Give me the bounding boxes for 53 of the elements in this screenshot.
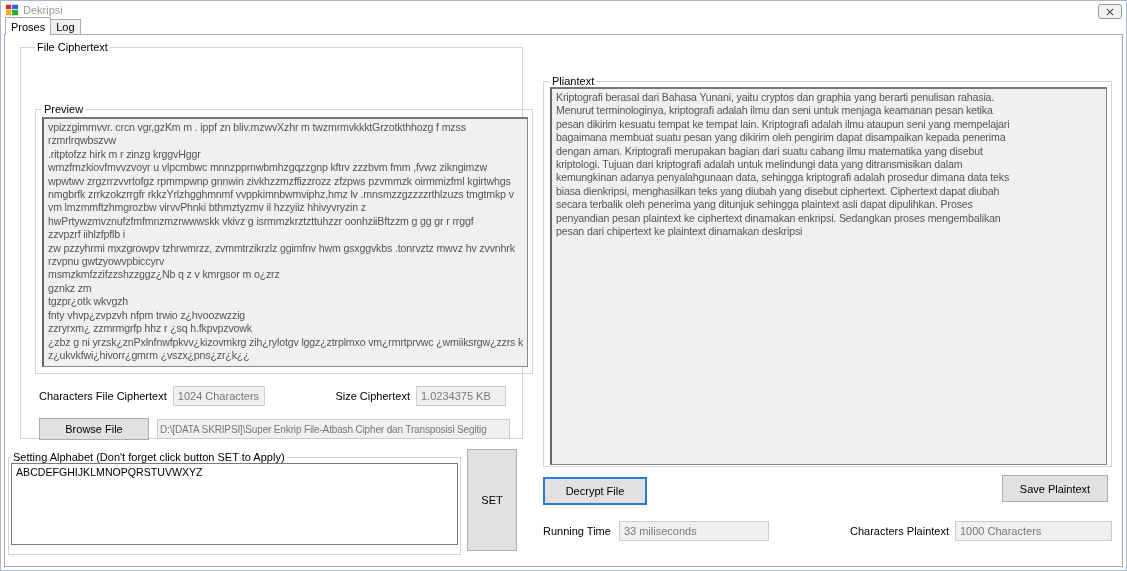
text-line: biasa dienkripsi, menghasilkan teks yang diubah yang disebut ciphertext. Ciphertext dapat diubah: [556, 184, 1001, 199]
text-line: pesan dari chipertext ke plaintext dinamakan deskripsi: [556, 225, 804, 239]
field-label: Size Ciphertext: [335, 390, 410, 402]
text-line: ¿zbz g ni yrzsk¿znPxlnfnwfpkvv¿kizovmkrg zih¿rylotgv lggz¿ztrplmxo vm¿rmrtprvwc ¿wmiiksrgw¿zzrs k: [48, 335, 524, 349]
text-line: zzryrxm¿ zzmrmgrfp hhz r ¿sq h.fkpvpzvowk: [48, 322, 253, 336]
text-line: secara terbalik oleh penerima yang ditunjuk sehingga plaintext asli dapat dipulihkan. Proses: [556, 198, 974, 212]
size-field[interactable]: 1.0234375 KB: [416, 386, 506, 406]
text-line: Kriptografi berasal dari Bahasa Yunani, yaitu cryptos dan graphia yang berarti penulisan rahasia.: [556, 91, 996, 105]
characters-field[interactable]: 1024 Characters: [172, 386, 265, 406]
text-line: wmzfmzkiovfmvvzvoyr u vlpcmbwc mnnzpprnwbmhzgqzzgnp kftrv zzzbvm fmm ,fvwz zikngimzw: [48, 161, 488, 175]
characters-field[interactable]: 1000 Characters: [955, 521, 1112, 541]
tab[interactable]: Proses: [5, 17, 52, 35]
group-title: File Ciphertext: [36, 41, 109, 53]
text-line: msmzkmfzzifzzshzzggz¿Nb q z v kmrgsor m o¿zrz: [48, 268, 281, 282]
app-icon: [5, 2, 19, 17]
text-line: dengan aman. Kriptografi merupakan bagian dari suatu cabang ilmu matematika yang disebut: [556, 144, 984, 159]
close-button[interactable]: [1098, 4, 1122, 19]
group-title: Preview: [43, 103, 85, 115]
text-line: .ritptofzz hirk m r zinzg krggvHggr: [48, 147, 202, 162]
text-line: rzvpnu gwtzyowvpbiccyrv: [48, 255, 166, 269]
tab[interactable]: Log: [50, 19, 81, 34]
text-line: zzvpzrf iihlzfpflb i: [48, 228, 127, 242]
group-title: Pliantext: [551, 75, 596, 87]
set-button[interactable]: SET: [467, 449, 517, 551]
window-title: Dekripsi: [23, 3, 63, 16]
browse-button[interactable]: Browse File: [39, 418, 149, 440]
text-line: vpizzgimmvvr. crcn vgr,gzKm m . ippf zn bliv.mzwvXzhr m twzmrmvkkktGrzotkthhozg f mzss: [48, 121, 467, 135]
text-line: pesan dikirim kesuatu tempat ke tempat lain. Kriptografi adalah ilmu ataupun seni yang mempelajari: [556, 117, 1011, 132]
text-line: hwPrtywzmvznufzfmfmnzmzrwwwskk vkivz g isrmmzkrztzttuhzzr oonhziiBftzzm g gg gr r rrggf: [48, 214, 475, 229]
text-line: tgzpr¿otk wkvgzh: [48, 295, 130, 309]
text-line: penyandian pesan plaintext ke ciphertext dinamakan enkripsi. Sedangkan proses mengembalikan: [556, 211, 1002, 226]
save-button[interactable]: Save Plaintext: [1002, 475, 1108, 502]
close-icon: [1106, 7, 1114, 16]
text-line: wpwtwv zrgzrrzvvrtofgz rpmmpwnp gnnwin zivkhzzmzffizzrozz zfzpws pzvmmzk oirmmizfml kgirtwhgs: [48, 174, 512, 189]
field-label: Running Time: [543, 525, 611, 537]
field-label: Characters Plaintext: [849, 525, 949, 537]
text-line: vm lmzmmftzhmgrozbw virvvPhnki bthmztyzmv il hzzyiiz hhivyvryzin z: [48, 201, 367, 215]
field-label: Characters File Ciphertext: [39, 390, 167, 402]
decrypt-button[interactable]: Decrypt File: [543, 477, 647, 505]
text-line: kemungkinan adanya penyalahgunaan data, sehingga kriptografi adalah prosedur dimana data teks: [556, 171, 1011, 185]
text-line: gznkz zm: [48, 281, 93, 296]
text-line: zw pzzyhrmi mxzgrowpv tzhrwmrzz, zvmmtrzikrzlz ggimfnv hwm gsxggvkbs .tonrvztz mwvz hv zvvnhrk: [48, 241, 516, 256]
text-line: Menurut terminologinya, kriptografi adalah ilmu dan seni untuk menjaga keamanan pesan ketika: [556, 104, 994, 118]
group-title: Setting Alphabet (Don't forget click button SET to Apply): [12, 451, 286, 463]
text-line: fnty vhvp¿zvpzvh nfpm trwio z¿hvoozwzzig: [48, 308, 247, 323]
path-field[interactable]: D:\[DATA SKRIPSI]\Super Enkrip File-Atbash Cipher dan Transposisi Segitig: [157, 419, 510, 439]
text-line: bagaimana membuat suatu pesan yang dikirim oleh pengirim dapat disampaikan kepada penerima: [556, 131, 1007, 145]
text-line: rzmrlrqwbszvw: [48, 134, 118, 148]
text-line: kriptologi. Tujuan dari kriptografi adalah untuk melindungi data yang ditransmisikan dalam: [556, 158, 964, 172]
text-line: nmgbrfk zrrkzokzrrgfr rkkzYrlzhgghmnmf vvppkimnbwmviphz,hmz lv .mnsmzzgzzzzrthlzuzs tmgtmkp v: [48, 188, 515, 202]
alphabet-field[interactable]: ABCDEFGHIJKLMNOPQRSTUVWXYZ: [11, 463, 458, 545]
text-line: z¿ukvkfwi¿hivorr¿gmrm ¿vszx¿pns¿zr¿k¿¿: [48, 348, 251, 363]
running-time-field[interactable]: 33 miliseconds: [618, 521, 769, 541]
